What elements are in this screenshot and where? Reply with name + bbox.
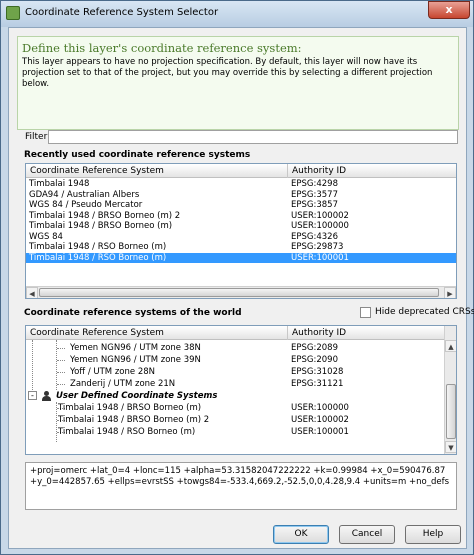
crs-name: Zanderij / UTM zone 21N	[70, 379, 176, 389]
recent-crs-label: Recently used coordinate reference syste…	[24, 150, 251, 160]
cancel-button[interactable]: Cancel	[339, 525, 395, 544]
ok-button[interactable]: OK	[273, 525, 329, 544]
window-title: Coordinate Reference System Selector	[25, 7, 219, 18]
recent-table-header: Coordinate Reference System Authority ID	[26, 164, 456, 178]
authority-id: USER:100000	[291, 221, 349, 231]
crs-name: Timbalai 1948	[29, 179, 90, 189]
scroll-thumb[interactable]	[39, 288, 439, 297]
table-row[interactable]: WGS 84 EPSG:4326	[26, 231, 456, 242]
column-header-crs[interactable]: Coordinate Reference System	[26, 164, 288, 178]
authority-id: EPSG:2089	[291, 343, 338, 353]
group-label: User Defined Coordinate Systems	[56, 391, 218, 401]
authority-id: EPSG:3857	[291, 200, 338, 210]
crs-name: Timbalai 1948 / BRSO Borneo (m)	[29, 221, 173, 231]
tree-item[interactable]: Timbalai 1948 / BRSO Borneo (m) USER:1000…	[26, 402, 444, 414]
table-row[interactable]: Timbalai 1948 / RSO Borneo (m) EPSG:29873	[26, 242, 456, 252]
crs-name: Timbalai 1948 / BRSO Borneo (m) 2	[29, 210, 181, 221]
column-header-authority-id[interactable]: Authority ID	[288, 326, 456, 340]
authority-id: EPSG:4326	[291, 231, 338, 242]
column-header-authority-id[interactable]: Authority ID	[288, 164, 456, 178]
authority-id: USER:100001	[291, 427, 349, 437]
qgis-icon	[6, 6, 20, 20]
tree-connector	[57, 384, 65, 385]
authority-id: EPSG:29873	[291, 242, 344, 252]
info-description: This layer appears to have no projection…	[22, 57, 433, 89]
close-button[interactable]: x	[428, 1, 470, 19]
filter-label: Filter	[25, 132, 48, 142]
recent-horizontal-scrollbar[interactable]: ◀ ▶	[26, 286, 456, 298]
tree-item[interactable]: Yemen NGN96 / UTM zone 38N EPSG:2089	[26, 342, 444, 354]
scroll-thumb[interactable]	[446, 384, 456, 439]
crs-name: Yemen NGN96 / UTM zone 38N	[70, 343, 201, 353]
crs-name: GDA94 / Australian Albers	[29, 189, 140, 200]
crs-name: Timbalai 1948 / RSO Borneo (m)	[29, 252, 167, 263]
help-button[interactable]: Help	[405, 525, 461, 544]
crs-name: WGS 84	[29, 231, 63, 242]
table-row[interactable]: WGS 84 / Pseudo Mercator EPSG:3857	[26, 200, 456, 210]
user-icon-body	[42, 396, 51, 401]
table-row[interactable]: Timbalai 1948 EPSG:4298	[26, 179, 456, 189]
tree-item[interactable]: Timbalai 1948 / BRSO Borneo (m) 2 USER:10…	[26, 414, 444, 426]
authority-id: EPSG:31028	[291, 367, 344, 377]
crs-name: Yoff / UTM zone 28N	[70, 367, 155, 377]
collapse-toggle[interactable]: -	[28, 391, 37, 400]
crs-selector-window: Coordinate Reference System Selector x D…	[0, 0, 474, 555]
tree-connector	[57, 360, 65, 361]
hide-deprecated-label: Hide deprecated CRSs	[375, 307, 474, 317]
filter-input[interactable]	[48, 130, 458, 144]
arrow-down-icon[interactable]: ▼	[445, 441, 456, 453]
tree-item[interactable]: Yoff / UTM zone 28N EPSG:31028	[26, 366, 444, 378]
crs-name: Timbalai 1948 / BRSO Borneo (m)	[58, 403, 202, 413]
info-panel: Define this layer's coordinate reference…	[17, 36, 459, 130]
arrow-up-icon[interactable]: ▲	[445, 340, 456, 352]
tree-group-user-defined[interactable]: - User Defined Coordinate Systems	[26, 390, 444, 402]
table-row[interactable]: Timbalai 1948 / BRSO Borneo (m) 2 USER:10…	[26, 210, 456, 221]
crs-name: Timbalai 1948 / BRSO Borneo (m) 2	[58, 415, 210, 425]
table-row[interactable]: GDA94 / Australian Albers EPSG:3577	[26, 189, 456, 200]
arrow-right-icon[interactable]: ▶	[444, 287, 456, 298]
hide-deprecated-checkbox[interactable]	[360, 307, 371, 318]
recent-crs-table[interactable]: Coordinate Reference System Authority ID…	[25, 163, 457, 299]
authority-id: USER:100002	[291, 415, 349, 425]
table-row[interactable]: Timbalai 1948 / RSO Borneo (m) USER:10000…	[26, 252, 456, 263]
crs-name: Yemen NGN96 / UTM zone 39N	[70, 355, 201, 365]
proj4-definition: +proj=omerc +lat_0=4 +lonc=115 +alpha=53…	[25, 462, 457, 510]
world-tree-header: Coordinate Reference System Authority ID	[26, 326, 456, 340]
title-bar[interactable]: Coordinate Reference System Selector x	[1, 1, 473, 27]
tree-item[interactable]: Timbalai 1948 / RSO Borneo (m) USER:10000…	[26, 426, 444, 438]
tree-item[interactable]: Zanderij / UTM zone 21N EPSG:31121	[26, 378, 444, 390]
authority-id: EPSG:4298	[291, 179, 338, 189]
table-row[interactable]: Timbalai 1948 / BRSO Borneo (m) USER:1000…	[26, 221, 456, 231]
authority-id: USER:100000	[291, 403, 349, 413]
info-title: Define this layer's coordinate reference…	[22, 41, 302, 55]
authority-id: USER:100002	[291, 210, 349, 221]
arrow-left-icon[interactable]: ◀	[26, 287, 38, 298]
crs-name: Timbalai 1948 / RSO Borneo (m)	[58, 427, 196, 437]
user-icon	[42, 391, 51, 401]
authority-id: EPSG:3577	[291, 189, 338, 200]
authority-id: EPSG:31121	[291, 379, 344, 389]
crs-name: Timbalai 1948 / RSO Borneo (m)	[29, 242, 167, 252]
world-vertical-scrollbar[interactable]: ▲ ▼	[444, 326, 456, 454]
authority-id: EPSG:2090	[291, 355, 338, 365]
tree-connector	[57, 348, 65, 349]
column-header-crs[interactable]: Coordinate Reference System	[26, 326, 288, 340]
crs-name: WGS 84 / Pseudo Mercator	[29, 200, 143, 210]
world-crs-label: Coordinate reference systems of the worl…	[24, 308, 242, 318]
world-crs-tree[interactable]: Coordinate Reference System Authority ID…	[25, 325, 457, 455]
authority-id: USER:100001	[291, 252, 349, 263]
dialog-body: Define this layer's coordinate reference…	[8, 27, 474, 549]
tree-connector	[57, 372, 65, 373]
tree-item[interactable]: Yemen NGN96 / UTM zone 39N EPSG:2090	[26, 354, 444, 366]
